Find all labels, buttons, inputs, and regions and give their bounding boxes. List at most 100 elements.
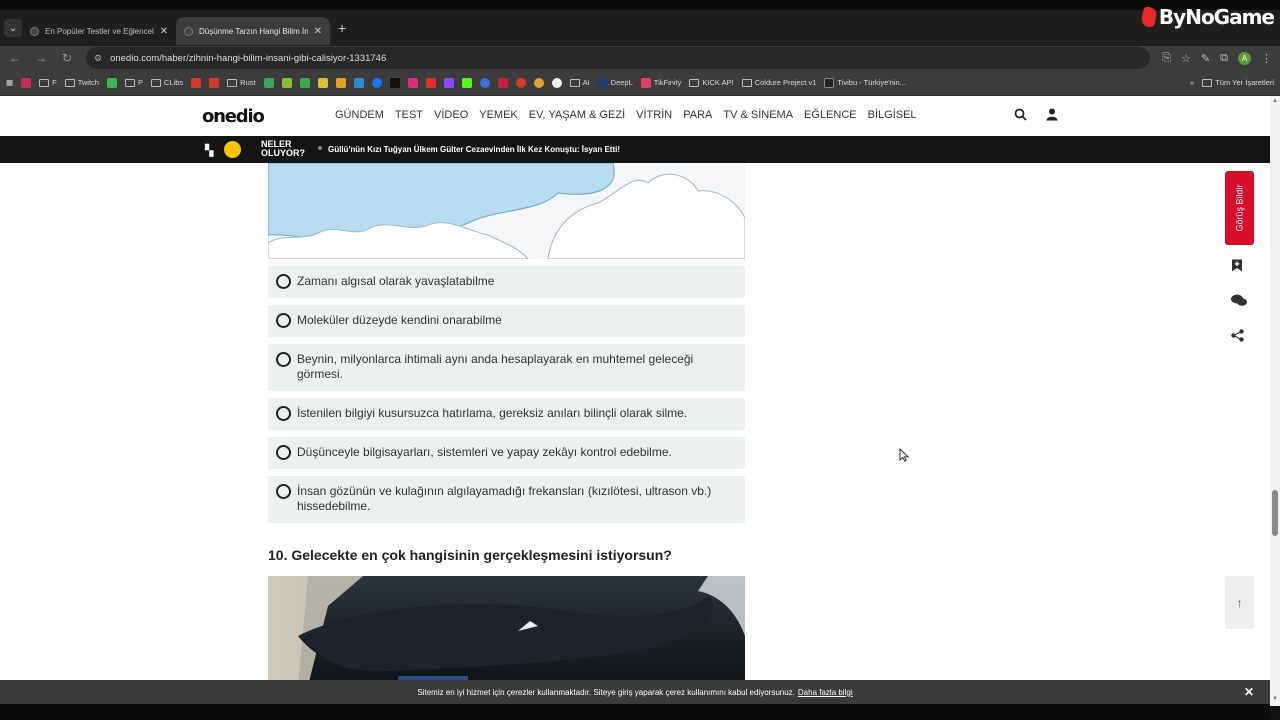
bynogame-logo-icon	[1139, 7, 1159, 27]
user-icon[interactable]	[1046, 108, 1058, 124]
nav-item-ev-yasam-gezi[interactable]: EV, YAŞAM & GEZİ	[529, 109, 625, 121]
browser-tab-active[interactable]: Düşünme Tarzın Hangi Bilim İnsanı ✕	[176, 17, 330, 45]
bookmark-folder[interactable]: Rust	[227, 78, 256, 87]
answer-option[interactable]: Beynin, milyonlarca ihtimali aynı anda h…	[268, 344, 745, 391]
ticker-headline[interactable]: Güllü'nün Kızı Tuğyan Ülkem Gülter Cezae…	[328, 145, 620, 154]
cookie-more-info-link[interactable]: Daha fazla bilgi	[798, 688, 853, 697]
feedback-button[interactable]: Görüş Bildir	[1225, 171, 1254, 245]
bookmark-item[interactable]	[353, 77, 364, 88]
bookmark-item[interactable]	[21, 77, 32, 88]
install-app-icon[interactable]: ⎘	[1162, 52, 1171, 65]
answer-option[interactable]: Zamanı algısal olarak yavaşlatabilme	[268, 266, 745, 298]
nav-item-test[interactable]: TEST	[395, 109, 423, 121]
tab-search-icon[interactable]: ⌄	[4, 19, 22, 37]
scrollbar-thumb[interactable]	[1272, 490, 1278, 536]
extension-pen-icon[interactable]: ✎	[1201, 52, 1210, 65]
bookmark-folder[interactable]: CLibs	[150, 78, 183, 87]
bookmark-folder[interactable]: Coldure Project v1	[741, 78, 816, 87]
nav-item-para[interactable]: PARA	[683, 109, 712, 121]
nav-item-yemek[interactable]: YEMEK	[479, 109, 518, 121]
radio-button[interactable]	[276, 274, 291, 289]
bookmark-folder[interactable]: F	[39, 78, 57, 87]
bookmark-item[interactable]	[479, 77, 490, 88]
bookmark-folder[interactable]: P	[124, 78, 143, 87]
bookmark-item[interactable]	[533, 77, 544, 88]
answer-option[interactable]: Düşünceyle bilgisayarları, sistemleri ve…	[268, 437, 745, 469]
tab-title: En Popüler Testler ve Eğlenceli İçerikle…	[45, 26, 154, 36]
more-bookmarks-icon[interactable]: »	[1190, 78, 1194, 87]
profile-avatar[interactable]: A	[1238, 51, 1251, 65]
kick-icon[interactable]	[461, 77, 472, 88]
answer-option[interactable]: İstenilen bilgiyi kusursuzca hatırlama, …	[268, 398, 745, 430]
watermark-text: ByNoGame	[1158, 5, 1275, 29]
bookmark-folder[interactable]: KICK API	[689, 78, 734, 87]
twitch-icon[interactable]	[443, 77, 454, 88]
site-info-icon[interactable]: ⚙	[94, 53, 102, 64]
site-logo[interactable]: onedio	[202, 106, 265, 127]
github-icon[interactable]	[551, 77, 562, 88]
scroll-up-icon[interactable]: ▲	[1272, 98, 1278, 104]
bookmark-item[interactable]	[317, 77, 328, 88]
scroll-to-top-button[interactable]: ↑	[1225, 576, 1254, 629]
instagram-icon[interactable]	[407, 77, 418, 88]
cookie-banner: Sitemiz en iyi hizmet için çerezler kull…	[0, 680, 1270, 704]
facebook-icon[interactable]	[371, 77, 382, 88]
tab-close-icon[interactable]: ✕	[314, 26, 322, 37]
bookmark-item[interactable]	[281, 77, 292, 88]
bookmark-item[interactable]: TikFinity	[640, 77, 681, 88]
bookmark-item[interactable]	[191, 77, 202, 88]
scroll-down-icon[interactable]: ▼	[1272, 696, 1278, 702]
extensions-puzzle-icon[interactable]: ⧉	[1220, 52, 1228, 65]
all-bookmarks-folder[interactable]: Tüm Yer İşaretleri	[1202, 78, 1274, 87]
bookmark-star-icon[interactable]: ☆	[1181, 52, 1191, 65]
new-tab-button[interactable]: +	[338, 20, 346, 36]
radio-button[interactable]	[276, 484, 291, 499]
nav-item-vitrin[interactable]: VİTRİN	[636, 109, 672, 121]
apps-grid-icon[interactable]: ▦	[6, 78, 13, 87]
browser-menu-icon[interactable]: ⋮	[1261, 52, 1272, 65]
url-field[interactable]: ⚙ onedio.com/haber/zihnin-hangi-bilim-in…	[86, 47, 1151, 69]
radio-button[interactable]	[276, 313, 291, 328]
reload-icon[interactable]: ↻	[60, 51, 74, 65]
nav-item-video[interactable]: VİDEO	[434, 109, 468, 121]
answer-text: Beynin, milyonlarca ihtimali aynı anda h…	[297, 352, 694, 381]
site-header: onedio GÜNDEM TEST VİDEO YEMEK EV, YAŞAM…	[0, 96, 1270, 136]
search-icon[interactable]	[1014, 108, 1027, 124]
radio-button[interactable]	[276, 352, 291, 367]
youtube-icon[interactable]	[425, 77, 436, 88]
nav-item-bilgisel[interactable]: BİLGİSEL	[868, 109, 917, 121]
bookmark-item[interactable]	[263, 77, 274, 88]
comments-icon[interactable]	[1231, 294, 1247, 310]
answer-option[interactable]: İnsan gözünün ve kulağının algılayamadığ…	[268, 476, 745, 523]
cookie-close-icon[interactable]: ✕	[1244, 685, 1254, 699]
forward-icon[interactable]: →	[34, 51, 48, 65]
bookmark-add-icon[interactable]	[1231, 259, 1243, 275]
radio-button[interactable]	[276, 445, 291, 460]
bookmark-item[interactable]	[299, 77, 310, 88]
nav-item-eglence[interactable]: EĞLENCE	[804, 109, 857, 121]
tab-title: Düşünme Tarzın Hangi Bilim İnsanı	[199, 26, 308, 36]
tab-close-icon[interactable]: ✕	[160, 26, 168, 37]
back-icon[interactable]: ←	[8, 51, 22, 65]
categories-grid-icon[interactable]: ▚	[205, 144, 213, 157]
bookmark-item[interactable]: DeepL	[597, 77, 633, 88]
answer-option[interactable]: Moleküler düzeyde kendini onarabilme	[268, 305, 745, 337]
bookmark-item[interactable]	[106, 77, 117, 88]
bookmark-item[interactable]	[209, 77, 220, 88]
bookmarks-bar: ▦ F Twitch P CLibs Rust AI DeepL TikFini…	[0, 70, 1280, 96]
browser-tab[interactable]: En Popüler Testler ve Eğlenceli İçerikle…	[22, 17, 176, 45]
nav-item-tv-sinema[interactable]: TV & SİNEMA	[723, 109, 793, 121]
tiktok-icon[interactable]	[389, 77, 400, 88]
page-scrollbar[interactable]: ▲ ▼	[1270, 96, 1280, 706]
tab-favicon-icon	[184, 26, 193, 36]
bookmark-folder[interactable]: AI	[569, 78, 590, 87]
radio-button[interactable]	[276, 406, 291, 421]
bookmark-folder[interactable]: Twitch	[64, 78, 99, 87]
share-icon[interactable]	[1231, 329, 1244, 345]
bookmark-item[interactable]	[335, 77, 346, 88]
arrow-up-icon: ↑	[1236, 595, 1243, 610]
bookmark-item[interactable]	[515, 77, 526, 88]
bookmark-item[interactable]	[497, 77, 508, 88]
bookmark-item[interactable]: Tivibu - Türkiye'nin...	[824, 77, 906, 88]
nav-item-gundem[interactable]: GÜNDEM	[335, 109, 384, 121]
